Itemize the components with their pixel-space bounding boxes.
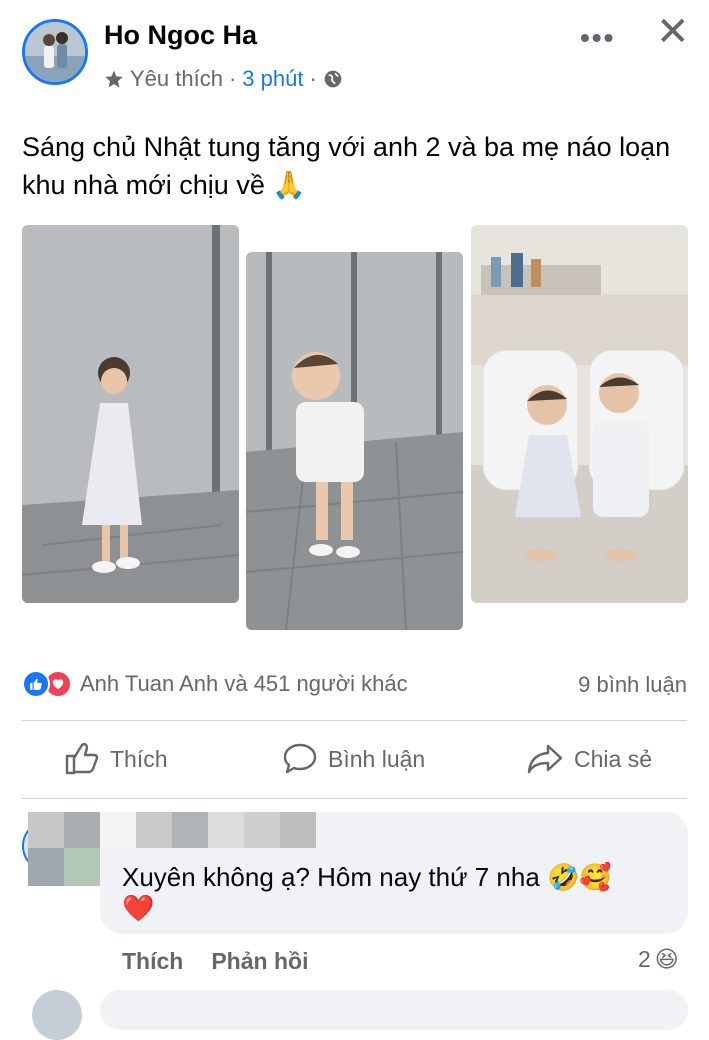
- post-caption: Sáng chủ Nhật tung tăng với anh 2 và ba …: [22, 128, 692, 204]
- thumbs-up-icon: [65, 742, 99, 775]
- comment-button[interactable]: Bình luận: [282, 742, 425, 776]
- comment-body: Xuyên không ạ? Hôm nay thứ 7 nha: [122, 862, 540, 892]
- next-comment-bubble: [100, 990, 688, 1030]
- pixelated-commenter-photo: [28, 848, 100, 886]
- comment-bubble-icon: [283, 743, 317, 774]
- comment-reaction-count[interactable]: 2 😆: [638, 946, 679, 973]
- comment-reaction-number: 2: [638, 946, 651, 972]
- comment-like-button[interactable]: Thích: [122, 948, 183, 975]
- share-label: Chia sẻ: [574, 745, 652, 772]
- share-button[interactable]: Chia sẻ: [526, 742, 652, 776]
- author-avatar[interactable]: [22, 19, 88, 85]
- like-reaction-icon: [22, 670, 50, 698]
- comment-label: Bình luận: [328, 745, 426, 772]
- post-photo-1[interactable]: [22, 225, 239, 603]
- post-photo-2[interactable]: [246, 252, 463, 630]
- laugh-emoji: 😆: [654, 946, 679, 972]
- comment-reply-button[interactable]: Phản hồi: [211, 948, 308, 975]
- reactions-summary[interactable]: Anh Tuan Anh và 451 người khác: [22, 670, 408, 698]
- like-label: Thích: [110, 745, 168, 772]
- pixelated-commenter-name: [28, 812, 316, 848]
- comment-emoji: 🤣🥰: [547, 862, 612, 892]
- heart-emoji: ❤️: [122, 893, 155, 923]
- pray-emoji: 🙏: [272, 170, 306, 200]
- meta-separator-2: ·: [309, 66, 317, 91]
- star-icon: [105, 70, 123, 88]
- divider-bottom: [22, 798, 687, 799]
- share-arrow-icon: [527, 744, 563, 774]
- caption-text: Sáng chủ Nhật tung tăng với anh 2 và ba …: [22, 132, 671, 200]
- comments-count-link[interactable]: 9 bình luận: [578, 672, 687, 698]
- post-author-name[interactable]: Ho Ngoc Ha: [104, 20, 257, 51]
- next-commenter-avatar[interactable]: [32, 990, 82, 1040]
- post-photo-3[interactable]: [471, 225, 688, 603]
- audience-label: Yêu thích: [130, 66, 223, 91]
- globe-icon: [324, 70, 342, 88]
- meta-separator: ·: [228, 66, 237, 91]
- more-options-button[interactable]: •••: [580, 22, 615, 54]
- reactions-text: Anh Tuan Anh và 451 người khác: [80, 671, 408, 696]
- divider-top: [22, 720, 687, 721]
- post-time[interactable]: 3 phút: [242, 66, 303, 92]
- comment-text: Xuyên không ạ? Hôm nay thứ 7 nha 🤣🥰 ❤️: [122, 862, 612, 924]
- like-button[interactable]: Thích: [64, 742, 168, 776]
- comment-actions: Thích Phản hồi: [122, 948, 308, 975]
- post-meta: Yêu thích · 3 phút ·: [104, 66, 343, 92]
- close-button[interactable]: ✕: [656, 12, 690, 52]
